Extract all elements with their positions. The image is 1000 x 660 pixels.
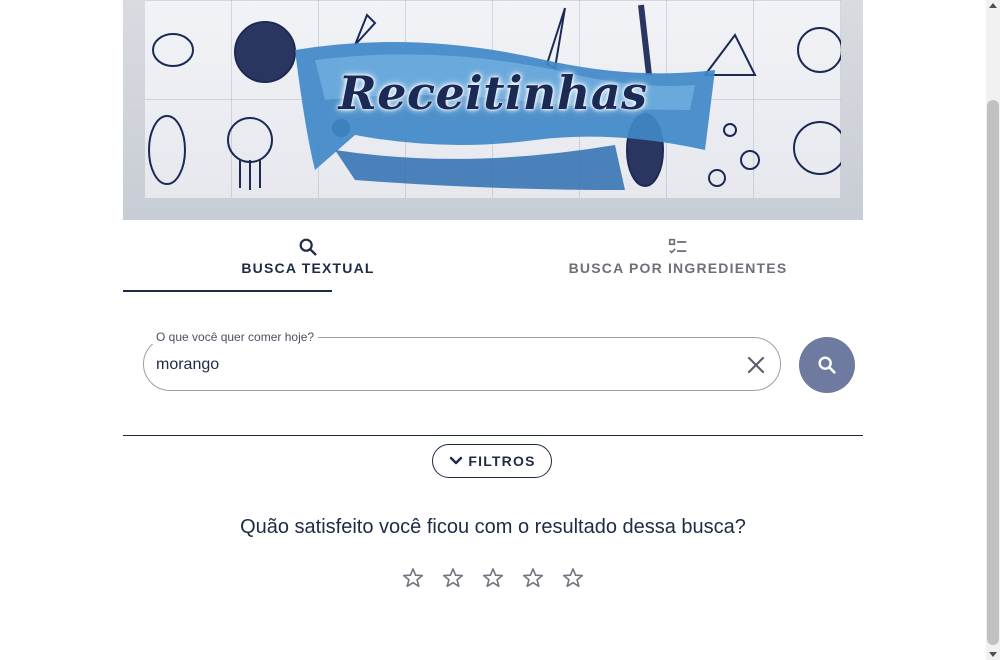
star-rating [401, 566, 601, 590]
recipes-banner: Receitinhas [123, 0, 863, 220]
search-icon [818, 356, 836, 374]
tab-label: BUSCA POR INGREDIENTES [568, 260, 788, 276]
tab-label: BUSCA TEXTUAL [241, 260, 375, 276]
tab-busca-por-ingredientes[interactable]: BUSCA POR INGREDIENTES [493, 220, 863, 292]
chevron-down-icon [450, 456, 463, 465]
rating-question: Quão satisfeito você ficou com o resulta… [240, 516, 746, 538]
search-icon [299, 238, 317, 256]
star-1-icon[interactable] [401, 566, 425, 590]
search-field: O que você quer comer hoje? [143, 330, 781, 391]
star-3-icon[interactable] [481, 566, 505, 590]
scroll-down-arrow-icon[interactable] [989, 652, 997, 657]
search-submit-button[interactable] [799, 337, 855, 393]
close-icon [747, 356, 765, 374]
tab-busca-textual[interactable]: BUSCA TEXTUAL [123, 220, 493, 292]
active-tab-indicator [123, 290, 332, 292]
scroll-up-arrow-icon[interactable] [989, 3, 997, 8]
search-mode-tabs: BUSCA TEXTUAL BUSCA POR INGREDIENTES [123, 220, 863, 294]
filters-label: FILTROS [468, 453, 536, 469]
section-divider [123, 435, 863, 436]
star-5-icon[interactable] [561, 566, 585, 590]
search-field-label: O que você quer comer hoje? [152, 330, 319, 344]
banner-tile-background: Receitinhas [145, 0, 841, 198]
page-scrollbar[interactable] [986, 0, 1000, 660]
filters-button[interactable]: FILTROS [432, 444, 552, 478]
clear-search-button[interactable] [744, 353, 768, 377]
scroll-thumb[interactable] [987, 100, 999, 645]
star-4-icon[interactable] [521, 566, 545, 590]
checklist-icon [668, 238, 687, 254]
star-2-icon[interactable] [441, 566, 465, 590]
logo-text: Receitinhas [338, 66, 648, 120]
search-input[interactable] [154, 352, 728, 378]
